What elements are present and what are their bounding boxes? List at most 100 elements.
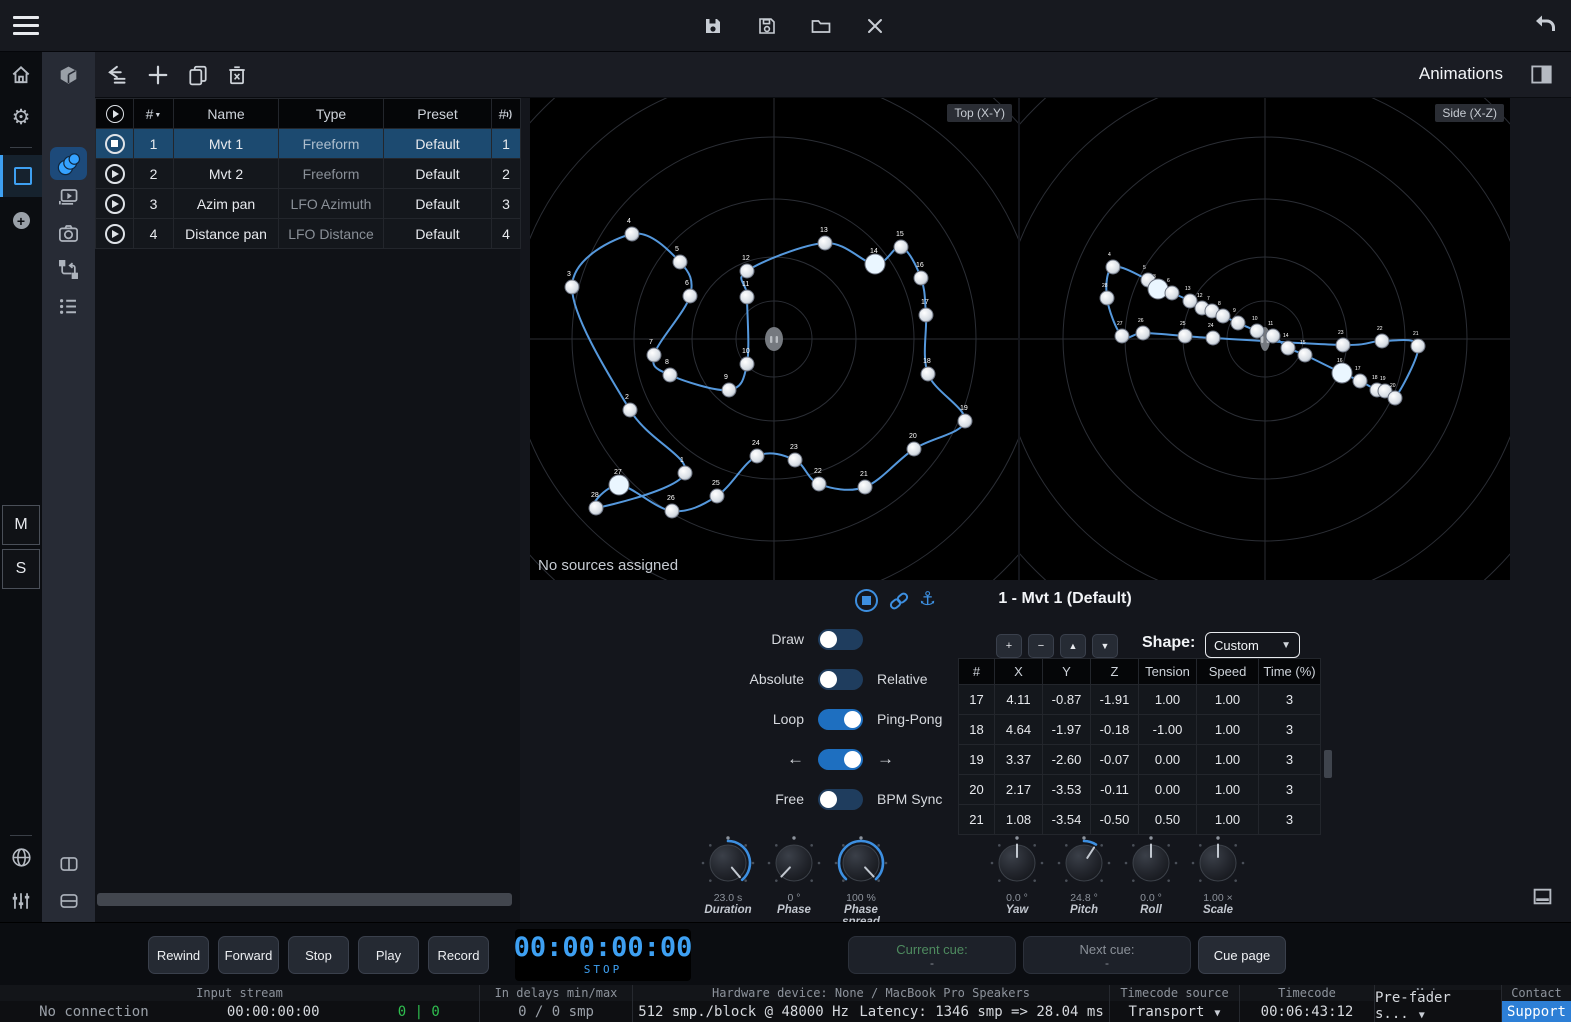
preset-column-header[interactable]: Preset (384, 99, 492, 129)
settings-gear-icon[interactable]: ⚙ (0, 107, 42, 128)
open-folder-icon[interactable] (808, 13, 834, 39)
pitch-knob[interactable]: 24.8 ° Pitch (1051, 835, 1117, 916)
path-point[interactable] (1106, 260, 1120, 274)
shape-dropdown[interactable]: Custom ▼ (1205, 632, 1300, 658)
path-point[interactable] (818, 236, 832, 250)
path-point[interactable] (1411, 339, 1425, 353)
list-icon[interactable] (42, 295, 95, 318)
move-point-down-button[interactable]: ▼ (1092, 634, 1118, 658)
path-point[interactable] (919, 308, 933, 322)
sidebar-item-panels-selected[interactable] (0, 155, 42, 197)
move-point-up-button[interactable]: ▲ (1060, 634, 1086, 658)
stop-button[interactable]: Stop (288, 936, 349, 974)
points-table-scrollbar[interactable] (1324, 750, 1332, 778)
path-point[interactable] (710, 489, 724, 503)
loop-pingpong-toggle[interactable] (818, 709, 863, 730)
record-button[interactable]: Record (428, 936, 489, 974)
table-row-mvt2[interactable]: 2 Mvt 2 Freeform Default 2 (96, 159, 521, 189)
path-point[interactable] (1136, 326, 1150, 340)
table-row-distance-pan[interactable]: 4 Distance pan LFO Distance Default 4 (96, 219, 521, 249)
path-point[interactable] (623, 403, 637, 417)
path-point[interactable] (647, 348, 661, 362)
path-point[interactable] (812, 477, 826, 491)
panel-toggle-icon[interactable] (1530, 63, 1553, 86)
speaker-column-header[interactable]: # (492, 99, 521, 129)
path-point[interactable] (1332, 363, 1352, 383)
path-point[interactable] (858, 480, 872, 494)
path-point[interactable] (673, 255, 687, 269)
path-point[interactable] (921, 367, 935, 381)
row-transport-icon[interactable] (96, 219, 134, 249)
path-point[interactable] (1298, 348, 1312, 362)
path-point[interactable] (750, 449, 764, 463)
point-row-19[interactable]: 193.37-2.60-0.070.001.003 (959, 745, 1321, 775)
add-page-icon[interactable]: + (0, 212, 42, 229)
path-point[interactable] (740, 290, 754, 304)
knob-dial[interactable] (989, 835, 1045, 891)
phase-spread-knob[interactable]: 100 % Phase spread (828, 835, 894, 928)
path-point[interactable] (1388, 391, 1402, 405)
globe-icon[interactable] (0, 846, 42, 869)
path-point[interactable] (958, 414, 972, 428)
path-point[interactable] (1165, 286, 1179, 300)
phase-knob[interactable]: 0 ° Phase (761, 835, 827, 916)
duration-knob[interactable]: 23.0 s Duration (695, 835, 761, 916)
name-column-header[interactable]: Name (174, 99, 279, 129)
path-point[interactable] (1115, 329, 1129, 343)
direction-toggle[interactable] (818, 749, 863, 770)
radar-canvas[interactable]: 1234567891011121314151617181920212223242… (530, 98, 1018, 580)
roll-knob[interactable]: 0.0 ° Roll (1118, 835, 1184, 916)
path-point[interactable] (1336, 338, 1350, 352)
knob-dial[interactable] (766, 835, 822, 891)
path-point[interactable] (609, 475, 629, 495)
row-transport-icon[interactable] (96, 189, 134, 219)
knob-dial[interactable] (1123, 835, 1179, 891)
path-point[interactable] (678, 466, 692, 480)
path-point[interactable] (907, 442, 921, 456)
point-row-17[interactable]: 174.11-0.87-1.911.001.003 (959, 685, 1321, 715)
table-row-mvt1[interactable]: 1 Mvt 1 Freeform Default 1 (96, 129, 521, 159)
path-point[interactable] (1250, 324, 1264, 338)
path-point[interactable] (1231, 316, 1245, 330)
mixer-sliders-icon[interactable] (0, 890, 42, 912)
path-point[interactable] (740, 264, 754, 278)
play-column-header[interactable] (96, 99, 134, 129)
path-point[interactable] (914, 271, 928, 285)
knob-dial[interactable] (700, 835, 756, 891)
solo-button[interactable]: S (2, 549, 40, 589)
path-point[interactable] (788, 453, 802, 467)
animations-circles-icon[interactable] (42, 151, 95, 177)
radar-canvas[interactable]: 4536131278910111415161718192021222324252… (1020, 98, 1510, 580)
cue-page-button[interactable]: Cue page (1198, 936, 1286, 974)
timecode-source-dropdown[interactable]: Transport▼ (1110, 1001, 1239, 1022)
media-library-icon[interactable] (42, 186, 95, 209)
number-column-header[interactable]: #▼ (134, 99, 174, 129)
path-point[interactable] (565, 280, 579, 294)
support-button[interactable]: Support (1502, 1001, 1571, 1022)
play-button[interactable]: Play (358, 936, 419, 974)
hamburger-menu-icon[interactable] (6, 8, 46, 44)
type-column-header[interactable]: Type (279, 99, 384, 129)
absolute-relative-toggle[interactable] (818, 669, 863, 690)
scale-knob[interactable]: 1.00 × Scale (1185, 835, 1251, 916)
knob-dial[interactable] (1190, 835, 1246, 891)
camera-icon[interactable] (42, 222, 95, 245)
path-point[interactable] (1100, 291, 1114, 305)
path-point[interactable] (740, 357, 754, 371)
path-point[interactable] (1206, 331, 1220, 345)
delete-icon[interactable] (224, 62, 250, 88)
knob-dial[interactable] (833, 835, 889, 891)
path-point[interactable] (1281, 341, 1295, 355)
point-row-21[interactable]: 211.08-3.54-0.500.501.003 (959, 805, 1321, 835)
path-point[interactable] (865, 254, 885, 274)
close-icon[interactable] (862, 13, 888, 39)
path-point[interactable] (1178, 329, 1192, 343)
path-point[interactable] (722, 383, 736, 397)
routing-icon[interactable] (42, 258, 95, 281)
horizontal-scrollbar[interactable] (97, 893, 512, 906)
radar-side-xz[interactable]: 4536131278910111415161718192021222324252… (1020, 98, 1510, 580)
row-transport-icon[interactable] (96, 129, 134, 159)
path-point[interactable] (589, 501, 603, 515)
yaw-knob[interactable]: 0.0 ° Yaw (984, 835, 1050, 916)
home-icon[interactable] (0, 64, 42, 86)
